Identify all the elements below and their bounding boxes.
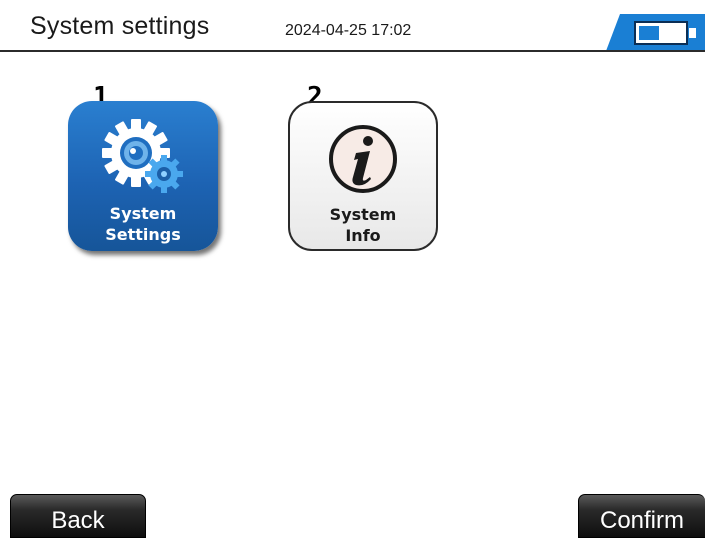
system-info-tile[interactable]: System Info <box>288 101 438 251</box>
system-settings-tile[interactable]: System Settings <box>68 101 218 251</box>
datetime-display: 2024-04-25 17:02 <box>285 22 412 39</box>
header-bar: System settings 2024-04-25 17:02 <box>0 0 705 52</box>
battery-icon <box>606 14 705 51</box>
system-settings-label-line1: System <box>109 204 177 223</box>
system-info-label: System Info <box>290 204 436 246</box>
system-settings-label-line2: Settings <box>105 225 181 244</box>
page-title: System settings <box>30 12 210 40</box>
system-info-label-line1: System <box>329 205 397 224</box>
header-divider <box>0 50 705 52</box>
info-icon <box>329 125 397 193</box>
system-info-label-line2: Info <box>345 226 381 245</box>
system-settings-label: System Settings <box>68 203 218 245</box>
back-button[interactable]: Back <box>10 494 146 538</box>
gear-icon <box>102 119 183 193</box>
confirm-button[interactable]: Confirm <box>578 494 705 538</box>
